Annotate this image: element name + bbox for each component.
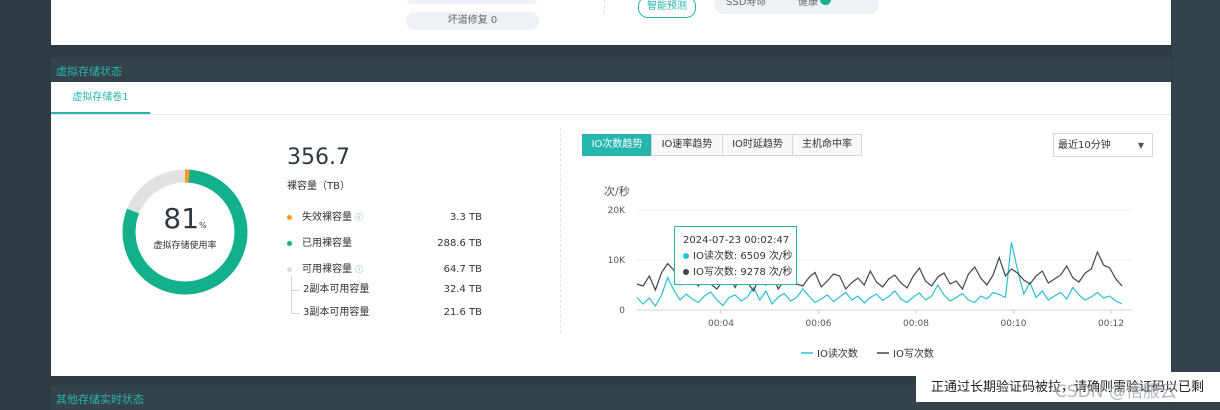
io-latency-trend-button[interactable]: IO时延趋势	[722, 134, 793, 156]
disk-pill-2	[466, 0, 538, 4]
tooltip-time: 2024-07-23 00:02:47	[683, 235, 790, 246]
x-tick-label: 00:12	[1098, 319, 1124, 329]
ssd-label: SSD寿命	[726, 0, 767, 8]
chart-mode-buttons: IO次数趋势 IO速率趋势 IO时延趋势 主机命中率	[582, 134, 862, 156]
tab-bar	[51, 82, 1171, 115]
other-storage-title: 其他存储实时状态	[56, 393, 144, 406]
tooltip-write: IO写次数: 9278 次/秒	[693, 267, 793, 278]
replica3-label: 3副本可用容量	[303, 307, 370, 318]
section-header	[51, 57, 1171, 82]
read-dot	[683, 253, 689, 259]
donut-percent: 81%	[163, 202, 207, 235]
tooltip-read: IO读次数: 6509 次/秒	[693, 251, 793, 262]
caret-down-icon: ▼	[1137, 141, 1144, 150]
card-divider	[560, 128, 562, 333]
ssd-pill: SSD寿命 健康	[714, 0, 879, 14]
used-value: 288.6 TB	[437, 238, 482, 249]
y-tick-label: 20K	[608, 206, 626, 216]
replica2-value: 32.4 TB	[443, 284, 482, 295]
ssd-ok-icon	[820, 0, 831, 5]
tree-branch	[291, 313, 300, 314]
legend-label[interactable]: IO读次数	[817, 347, 858, 360]
info-icon[interactable]: ⓘ	[355, 265, 363, 274]
replica3-value: 21.6 TB	[443, 307, 482, 318]
section-title: 虚拟存储状态	[56, 65, 122, 78]
raw-capacity-value: 356.7	[287, 145, 350, 170]
donut-label: 虚拟存储使用率	[153, 241, 217, 251]
top-divider	[604, 0, 606, 14]
x-tick-label: 00:10	[1001, 319, 1027, 329]
tree-line	[291, 276, 292, 314]
used-label: 已用裸容量	[302, 238, 352, 249]
y-tick-label: 0	[619, 306, 625, 316]
legend-label[interactable]: IO写次数	[893, 347, 934, 360]
capacity-row-failed: 失效裸容量 ⓘ 3.3 TB	[287, 211, 482, 225]
host-hit-rate-button[interactable]: 主机命中率	[792, 134, 862, 156]
info-icon[interactable]: ⓘ	[355, 213, 363, 222]
donut-percent-value: 81	[163, 202, 200, 235]
available-value: 64.7 TB	[443, 264, 482, 275]
write-dot	[683, 269, 689, 275]
failed-dot	[287, 214, 292, 220]
tab-volume-1[interactable]: 虚拟存储卷1	[51, 82, 150, 114]
x-tick-label: 00:08	[903, 319, 929, 329]
replica2-row: 2副本可用容量 32.4 TB	[303, 283, 482, 297]
replica3-row: 3副本可用容量 21.6 TB	[303, 306, 482, 320]
bad-sector-pill: 坏道修复 0	[406, 12, 539, 30]
replica2-label: 2副本可用容量	[303, 284, 370, 295]
tooltip-read-row: IO读次数: 6509 次/秒	[683, 249, 796, 265]
failed-value: 3.3 TB	[449, 212, 482, 223]
available-label: 可用裸容量	[302, 264, 352, 275]
failed-label: 失效裸容量	[302, 212, 352, 223]
right-gutter	[1172, 0, 1220, 410]
bad-sector-label: 坏道修复 0	[447, 15, 498, 26]
watermark: CSDN @悟服云	[1055, 382, 1177, 402]
chart-tooltip: 2024-07-23 00:02:47 IO读次数: 6509 次/秒 IO写次…	[674, 226, 797, 285]
smart-predict-label: 智能预测	[647, 1, 687, 12]
tooltip-write-row: IO写次数: 9278 次/秒	[683, 265, 796, 281]
time-range-select[interactable]: 最近10分钟 ▼	[1053, 133, 1153, 157]
time-range-value: 最近10分钟	[1058, 140, 1111, 151]
y-tick-label: 10K	[608, 256, 626, 266]
capacity-row-available: 可用裸容量 ⓘ 64.7 TB	[287, 263, 482, 277]
capacity-row-used: 已用裸容量 288.6 TB	[287, 237, 482, 251]
y-axis-label: 次/秒	[604, 184, 630, 198]
donut-percent-unit: %	[199, 221, 207, 230]
x-tick-label: 00:04	[708, 319, 734, 329]
available-dot	[287, 266, 292, 272]
smart-predict-button[interactable]: 智能预测	[638, 0, 696, 18]
disk-health-card: 坏道修复 0 智能预测 SSD寿命 健康	[51, 0, 1171, 45]
raw-capacity-label: 裸容量（TB）	[287, 181, 350, 192]
used-dot	[287, 240, 292, 246]
tree-branch	[291, 290, 300, 291]
io-rate-trend-button[interactable]: IO速率趋势	[651, 134, 723, 156]
x-tick-label: 00:06	[806, 319, 832, 329]
ssd-status: 健康	[798, 0, 818, 8]
io-count-trend-button[interactable]: IO次数趋势	[582, 134, 652, 156]
